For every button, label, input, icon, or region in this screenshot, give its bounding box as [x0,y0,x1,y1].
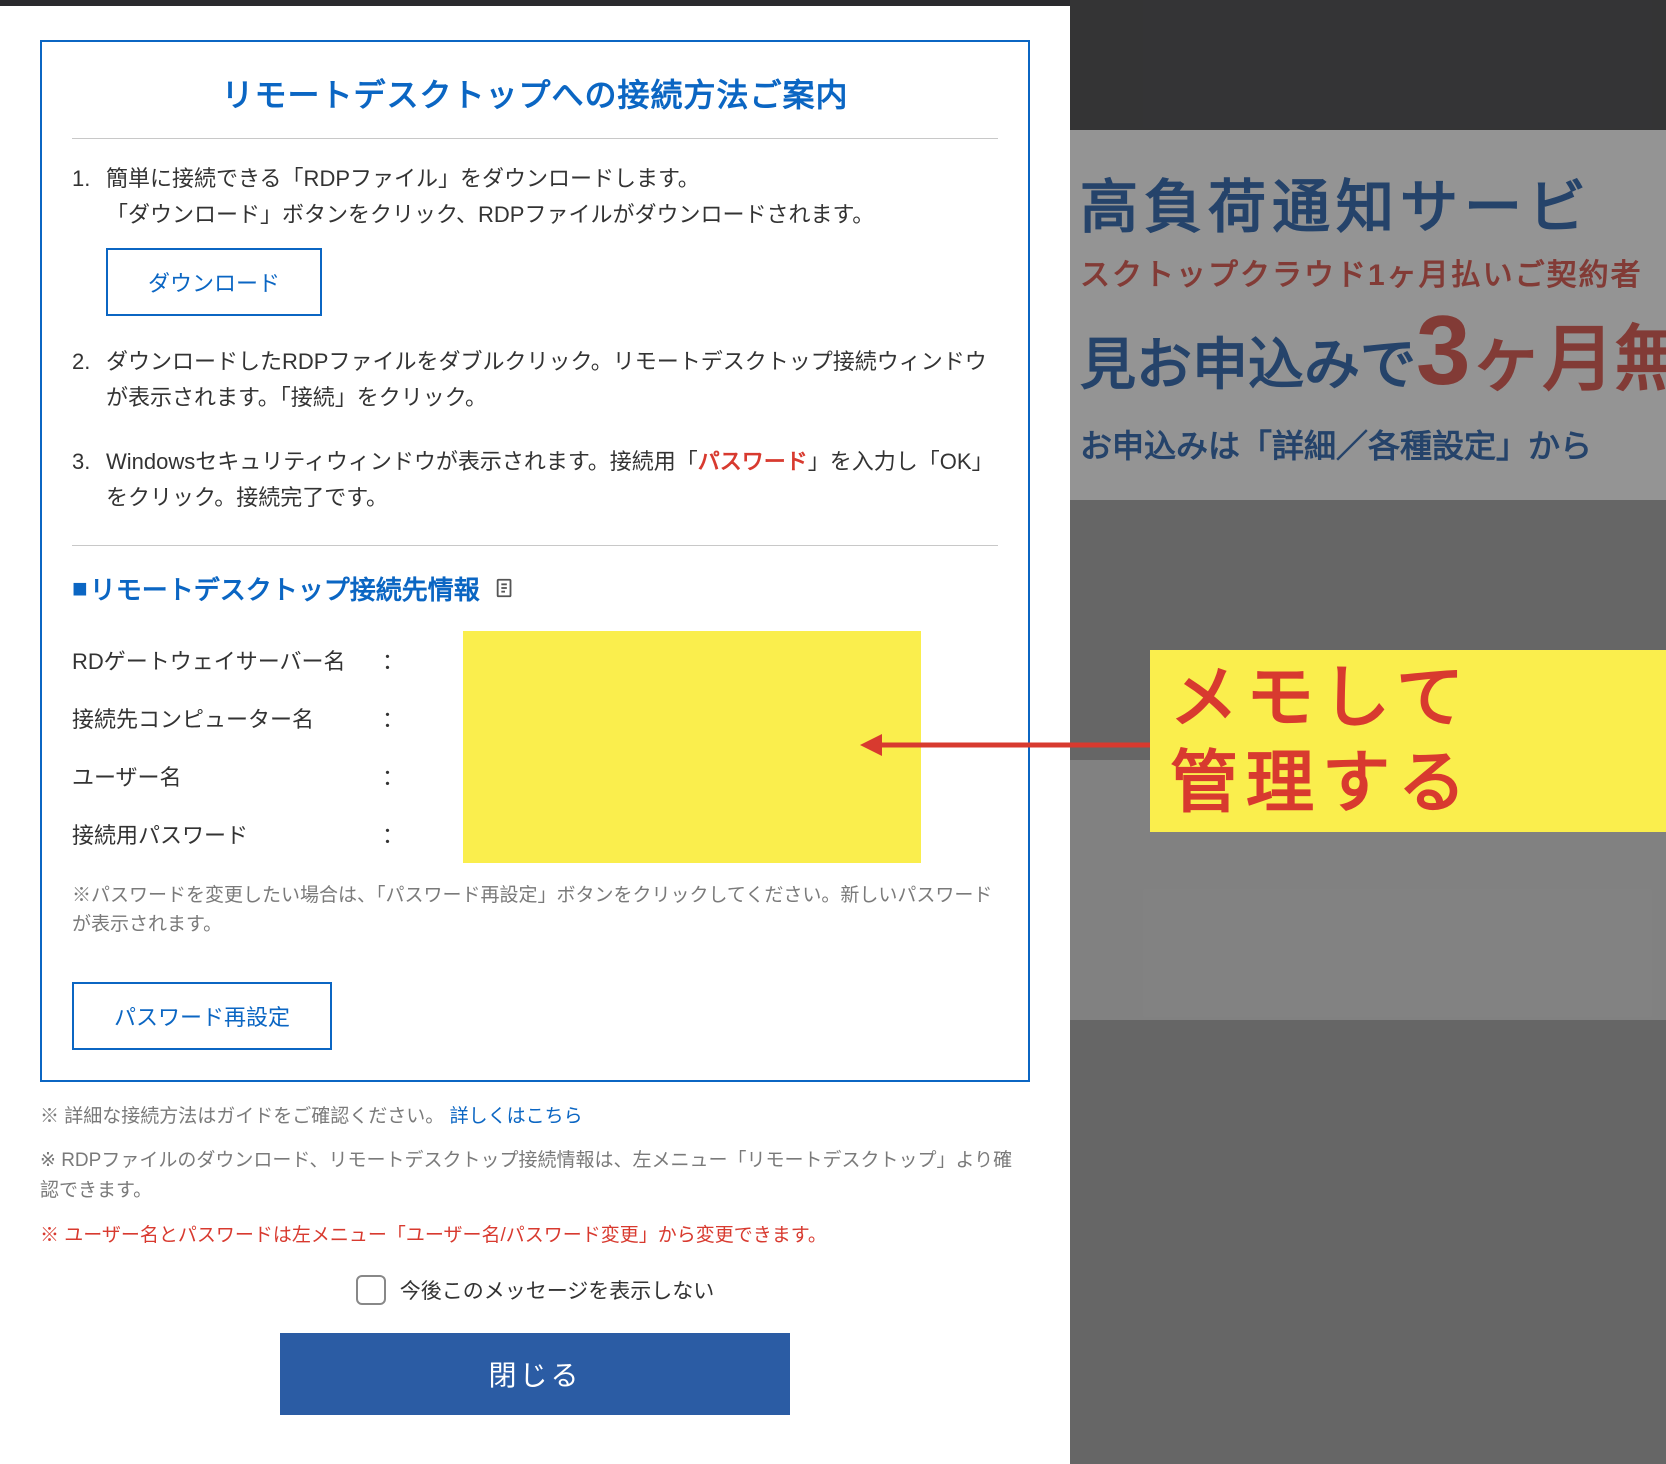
details-link[interactable]: 詳しくはこちら [450,1106,583,1127]
step-2-text: ダウンロードしたRDPファイルをダブルクリック。リモートデスクトップ接続ウィンド… [106,349,987,410]
password-reset-button[interactable]: パスワード再設定 [72,982,332,1050]
dont-show-again-label: 今後このメッセージを表示しない [400,1275,715,1305]
step-3-pre: Windowsセキュリティウィンドウが表示されます。接続用「 [106,449,698,474]
dont-show-again-checkbox[interactable] [356,1275,386,1305]
divider [72,545,998,546]
square-bullet-icon: ■ [72,573,88,604]
steps-list: 簡単に接続できる「RDPファイル」をダウンロードします。 「ダウンロード」ボタン… [72,161,998,517]
download-button[interactable]: ダウンロード [106,248,322,316]
dont-show-again-row: 今後このメッセージを表示しない [40,1275,1030,1305]
step-1-text-b: 「ダウンロード」ボタンをクリック、RDPファイルがダウンロードされます。 [106,202,874,227]
guide-box: リモートデスクトップへの接続方法ご案内 簡単に接続できる「RDPファイル」をダウ… [40,40,1030,1082]
redaction-overlay [463,631,921,863]
guide-title: リモートデスクトップへの接続方法ご案内 [72,70,998,139]
footer-note-1: ※ 詳細な接続方法はガイドをご確認ください。 詳しくはこちら [40,1102,1030,1132]
footer-note-3: ※ ユーザー名とパスワードは左メニュー「ユーザー名/パスワード変更」から変更でき… [40,1221,1030,1251]
annotation-callout: メモして 管理する [1150,650,1666,832]
connection-info-title: リモートデスクトップ接続先情報 [90,570,480,607]
callout-line-1: メモして [1170,656,1666,741]
info-label: RDゲートウェイサーバー名 [72,644,382,676]
annotation-arrow-icon [860,730,1160,760]
connection-info-heading: ■ リモートデスクトップ接続先情報 [72,570,998,607]
password-note: ※パスワードを変更したい場合は、「パスワード再設定」ボタンをクリックしてください… [72,881,998,940]
step-3-emph: パスワード [698,449,808,474]
footer-notes: ※ 詳細な接続方法はガイドをご確認ください。 詳しくはこちら ※ RDPファイル… [40,1102,1030,1252]
close-button[interactable]: 閉じる [280,1333,790,1415]
step-1: 簡単に接続できる「RDPファイル」をダウンロードします。 「ダウンロード」ボタン… [72,161,998,316]
step-2: ダウンロードしたRDPファイルをダブルクリック。リモートデスクトップ接続ウィンド… [72,344,998,417]
footer-note-2: ※ RDPファイルのダウンロード、リモートデスクトップ接続情報は、左メニュー「リ… [40,1146,1030,1207]
step-3: Windowsセキュリティウィンドウが表示されます。接続用「パスワード」を入力し… [72,444,998,517]
copy-icon[interactable] [492,575,518,601]
info-label: ユーザー名 [72,760,382,792]
callout-line-2: 管理する [1170,741,1666,826]
step-1-text-a: 簡単に接続できる「RDPファイル」をダウンロードします。 [106,166,700,191]
info-label: 接続先コンピューター名 [72,702,382,734]
info-label: 接続用パスワード [72,818,382,850]
